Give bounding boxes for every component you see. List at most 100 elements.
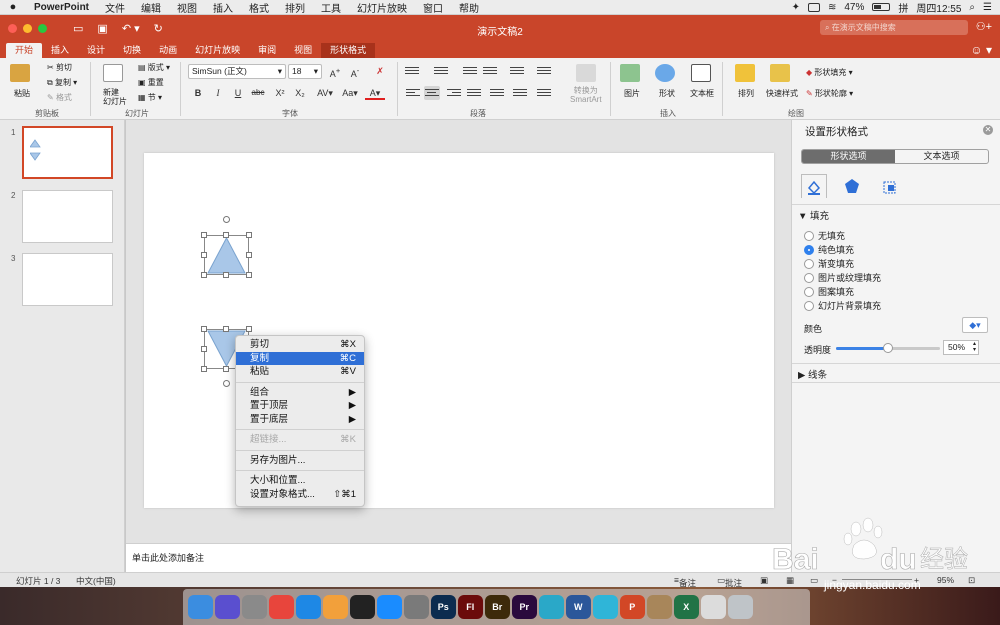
tab-shape-format[interactable]: 形状格式 xyxy=(321,43,376,58)
siri-icon[interactable] xyxy=(215,595,240,619)
menu-view[interactable]: 视图 xyxy=(169,0,205,15)
effects-icon[interactable] xyxy=(839,174,865,198)
picture-icon[interactable] xyxy=(620,64,640,82)
zoom-slider[interactable] xyxy=(842,579,912,580)
notification-icon[interactable]: ☰ xyxy=(983,2,992,13)
save-icon[interactable]: ▣ xyxy=(97,22,107,35)
font-size-select[interactable]: 18 ▾ xyxy=(288,64,322,79)
tab-home[interactable]: 开始 xyxy=(6,43,43,58)
zoom-level[interactable]: 95% xyxy=(937,575,954,585)
resize-handle[interactable] xyxy=(223,326,229,332)
share-icon[interactable]: ⚇+ xyxy=(976,20,992,33)
screen-icon[interactable] xyxy=(807,2,820,12)
slide-thumbnail-3[interactable] xyxy=(22,253,113,306)
bullets-icon[interactable] xyxy=(405,67,419,77)
menu-item-paste[interactable]: 粘贴 ⌘V xyxy=(236,365,364,379)
photoshop-icon[interactable]: Ps xyxy=(431,595,456,619)
menu-item-copy[interactable]: 复制 ⌘C xyxy=(236,351,364,365)
superscript-button[interactable]: X² xyxy=(272,86,288,100)
undo-icon[interactable]: ↶ ▾ xyxy=(122,22,140,35)
finder-icon[interactable] xyxy=(188,595,213,619)
browser-icon[interactable] xyxy=(539,595,564,619)
resize-handle[interactable] xyxy=(246,326,252,332)
resize-handle[interactable] xyxy=(201,346,207,352)
align-left-icon[interactable] xyxy=(406,89,420,99)
premiere-icon[interactable]: Pr xyxy=(512,595,537,619)
text-direction-icon[interactable] xyxy=(513,89,527,99)
search-input[interactable]: ⌕ 在演示文稿中搜索 xyxy=(820,20,968,35)
shapes-button[interactable]: 形状 xyxy=(659,88,675,99)
app-store-icon[interactable] xyxy=(377,595,402,619)
status-menu-icon[interactable]: ✦ xyxy=(792,2,800,13)
section-button[interactable]: ▦ 节 ▾ xyxy=(138,92,162,103)
char-spacing-button[interactable]: AV▾ xyxy=(314,86,336,100)
increase-indent-icon[interactable] xyxy=(483,67,497,77)
tab-text-options[interactable]: 文本选项 xyxy=(895,150,988,163)
zoom-window-button[interactable] xyxy=(38,23,47,33)
format-painter-button[interactable]: ✎ 格式 xyxy=(47,92,72,103)
quick-styles-button[interactable]: 快速样式 xyxy=(766,88,798,99)
resize-handle[interactable] xyxy=(201,252,207,258)
resize-handle[interactable] xyxy=(246,272,252,278)
close-icon[interactable]: ✕ xyxy=(983,125,993,135)
shapes-icon[interactable] xyxy=(655,64,675,82)
copy-button[interactable]: ⧉ 复制 ▾ xyxy=(47,77,77,88)
notes-toggle[interactable]: ≡ 备注 xyxy=(674,575,696,588)
chrome-icon[interactable] xyxy=(269,595,294,619)
columns-icon[interactable] xyxy=(537,67,551,77)
picture-button[interactable]: 图片 xyxy=(624,88,640,99)
tab-transitions[interactable]: 切换 xyxy=(114,43,150,58)
font-name-select[interactable]: SimSun (正文) ▾ xyxy=(188,64,286,79)
menu-item-save-as-picture[interactable]: 另存为图片... xyxy=(236,454,364,468)
tab-shape-options[interactable]: 形状选项 xyxy=(802,150,895,163)
rotate-handle[interactable] xyxy=(223,380,230,387)
fill-line-icon[interactable] xyxy=(801,174,827,198)
underline-button[interactable]: U xyxy=(230,86,246,100)
shrink-font-button[interactable]: A- xyxy=(347,64,363,79)
tab-insert[interactable]: 插入 xyxy=(42,43,78,58)
arrange-button[interactable]: 排列 xyxy=(738,88,754,99)
italic-button[interactable]: I xyxy=(210,86,226,100)
tab-review[interactable]: 审阅 xyxy=(249,43,285,58)
smartart-icon[interactable] xyxy=(576,64,596,82)
word-icon[interactable]: W xyxy=(566,595,591,619)
preview-icon[interactable] xyxy=(701,595,726,619)
minimize-window-button[interactable] xyxy=(23,23,32,33)
resize-handle[interactable] xyxy=(201,272,207,278)
close-window-button[interactable] xyxy=(8,23,17,33)
transparency-slider[interactable] xyxy=(836,343,940,353)
battery-icon[interactable] xyxy=(872,3,891,11)
fill-option-slide-background[interactable]: 幻灯片背景填充 xyxy=(804,299,881,312)
menu-item-size-position[interactable]: 大小和位置... xyxy=(236,474,364,488)
bold-button[interactable]: B xyxy=(190,86,206,100)
notes-pane[interactable]: 单击此处添加备注 xyxy=(126,543,791,572)
radio-button[interactable] xyxy=(804,244,814,255)
launchpad-icon[interactable] xyxy=(242,595,267,619)
menu-arrange[interactable]: 排列 xyxy=(277,0,313,15)
clear-format-icon[interactable]: ✗ xyxy=(372,64,388,78)
safari-icon[interactable] xyxy=(296,595,321,619)
paste-button[interactable]: 粘贴 xyxy=(14,88,30,99)
cut-button[interactable]: ✂ 剪切 xyxy=(47,62,72,73)
resize-handle[interactable] xyxy=(246,252,252,258)
justify-icon[interactable] xyxy=(467,89,481,99)
normal-view-icon[interactable]: ▣ xyxy=(760,575,768,586)
distributed-icon[interactable] xyxy=(490,89,504,99)
shape-fill-button[interactable]: ◆ 形状填充 ▾ xyxy=(806,67,853,78)
convert-smartart-button[interactable]: 转换为 SmartArt xyxy=(570,86,602,104)
textbox-icon[interactable] xyxy=(691,64,711,82)
menu-item-bring-to-front[interactable]: 置于顶层 ▶ xyxy=(236,399,364,413)
arrange-icon[interactable] xyxy=(735,64,755,82)
strikethrough-button[interactable]: abc xyxy=(250,86,266,100)
radio-button[interactable] xyxy=(804,286,814,297)
wunderlist-icon[interactable] xyxy=(593,595,618,619)
flash-icon[interactable]: Fl xyxy=(458,595,483,619)
fill-option-gradient[interactable]: 渐变填充 xyxy=(804,257,854,270)
stepper-icon[interactable]: ▴ ▾ xyxy=(973,341,976,353)
menu-item-hyperlink[interactable]: 超链接... ⌘K xyxy=(236,433,364,447)
resize-handle[interactable] xyxy=(223,232,229,238)
input-method-icon[interactable]: 拼 xyxy=(898,0,908,15)
menu-item-format-object[interactable]: 设置对象格式... ⇧⌘1 xyxy=(236,488,364,502)
tab-animations[interactable]: 动画 xyxy=(150,43,186,58)
align-center-button[interactable] xyxy=(424,86,440,100)
